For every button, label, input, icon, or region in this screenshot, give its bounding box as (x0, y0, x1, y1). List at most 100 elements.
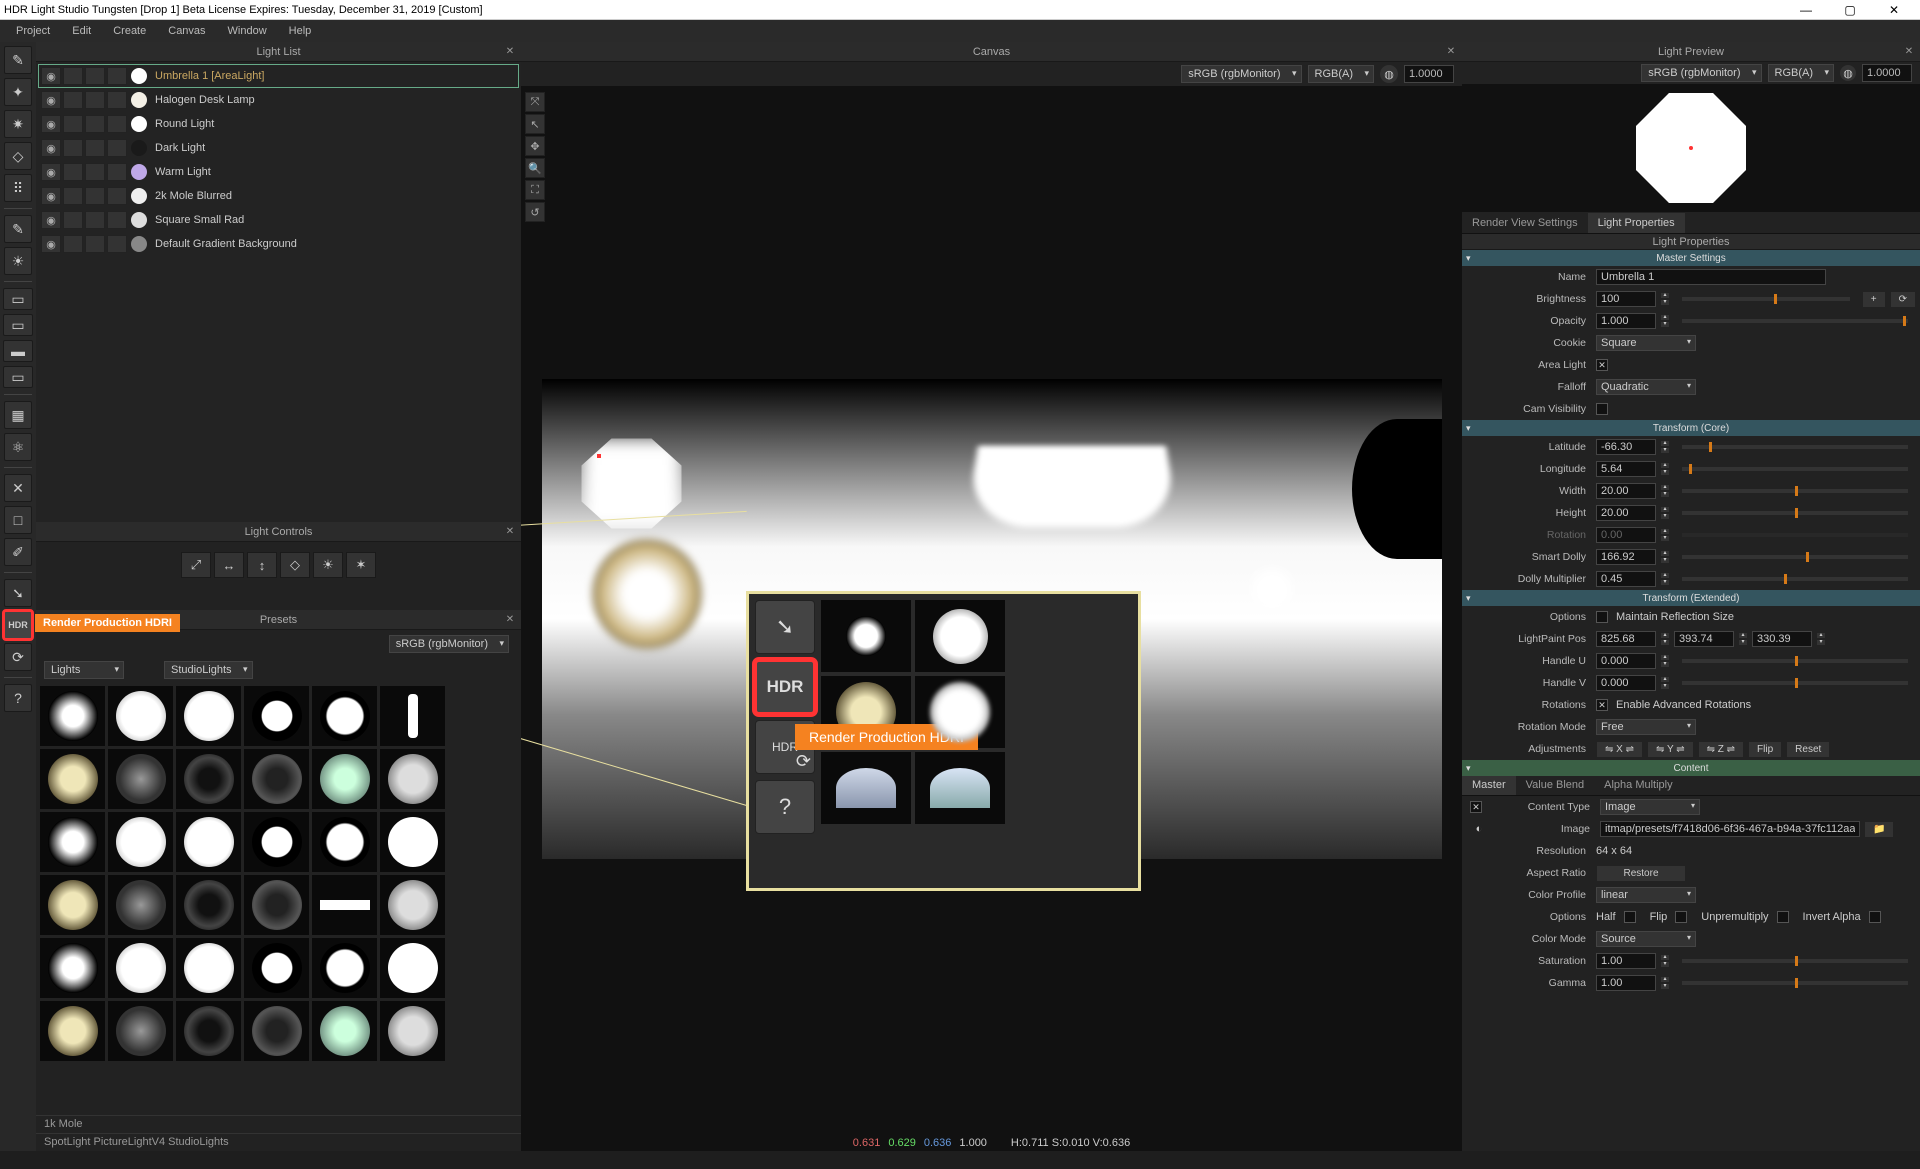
preset-thumb[interactable] (40, 1001, 105, 1061)
solo-toggle[interactable] (63, 211, 83, 229)
canvas-viewport[interactable]: ➘ HDR HDR⟳ Render Production HDRI ? (521, 86, 1462, 1151)
lock-toggle[interactable] (85, 235, 105, 253)
browse-folder-icon[interactable]: 📁 (1864, 821, 1894, 838)
dropdown-color-profile[interactable]: linear (1596, 887, 1696, 903)
check-content-type[interactable]: ✕ (1470, 801, 1482, 813)
check-area-light[interactable]: ✕ (1596, 359, 1608, 371)
preset-thumb[interactable] (40, 875, 105, 935)
menu-help[interactable]: Help (279, 22, 322, 40)
sync-icon[interactable]: ⟳ (1890, 291, 1916, 308)
dropdown-cookie[interactable]: Square (1596, 335, 1696, 351)
slider-handle-v[interactable] (1682, 681, 1908, 685)
lc-move-icon[interactable]: ⤢ (181, 552, 211, 578)
btn-flip-z[interactable]: ⇋ Z ⇌ (1698, 741, 1744, 758)
hdr-button[interactable]: HDR Render Production HDRI (4, 611, 32, 639)
close-icon[interactable]: ✕ (1902, 44, 1916, 58)
canvas-channel-dropdown[interactable]: RGB(A) (1308, 65, 1375, 83)
input-name[interactable] (1596, 269, 1826, 285)
menu-window[interactable]: Window (218, 22, 277, 40)
solo-toggle[interactable] (63, 91, 83, 109)
refresh-icon[interactable]: ⟳ (4, 643, 32, 671)
input-lightpaint-x[interactable] (1596, 631, 1656, 647)
subtab-master[interactable]: Master (1462, 775, 1516, 795)
preset-thumb[interactable] (108, 875, 173, 935)
arrow-down-icon[interactable]: ➘ (4, 579, 32, 607)
lc-rotate-icon[interactable]: ◇ (280, 552, 310, 578)
extra-toggle[interactable] (107, 115, 127, 133)
light-row[interactable]: 2k Mole Blurred (38, 184, 519, 208)
preset-thumb[interactable] (312, 686, 377, 746)
lock-toggle[interactable] (85, 67, 105, 85)
presets-colorspace-dropdown[interactable]: sRGB (rgbMonitor) (389, 635, 509, 653)
swatch-icon[interactable]: ◐ (1470, 823, 1488, 835)
spinner[interactable]: ▴▾ (1660, 506, 1670, 520)
canvas-pan-icon[interactable]: ⤧ (525, 92, 545, 112)
strip-3-icon[interactable]: ▬ (3, 340, 33, 362)
help-icon[interactable]: ? (4, 684, 32, 712)
preset-thumb[interactable] (108, 1001, 173, 1061)
lock-toggle[interactable] (85, 91, 105, 109)
preset-thumb[interactable] (312, 1001, 377, 1061)
presets-category-dropdown[interactable]: Lights (44, 661, 124, 679)
light-row[interactable]: Square Small Rad (38, 208, 519, 232)
array-tool-icon[interactable]: ⠿ (4, 174, 32, 202)
preset-thumb[interactable] (176, 812, 241, 872)
lc-scale-icon[interactable]: ✶ (346, 552, 376, 578)
dropdown-falloff[interactable]: Quadratic (1596, 379, 1696, 395)
spinner[interactable]: ▴▾ (1660, 484, 1670, 498)
extra-toggle[interactable] (107, 139, 127, 157)
close-icon[interactable]: ✕ (1444, 44, 1458, 58)
lock-toggle[interactable] (85, 187, 105, 205)
canvas-fit-icon[interactable]: ⛶ (525, 180, 545, 200)
check-half[interactable] (1624, 911, 1636, 923)
preset-thumb[interactable] (40, 749, 105, 809)
input-image-path[interactable] (1600, 821, 1860, 837)
lock-toggle[interactable] (85, 115, 105, 133)
extra-toggle[interactable] (107, 187, 127, 205)
light-tool-2-icon[interactable]: ✷ (4, 110, 32, 138)
slider-width[interactable] (1682, 489, 1908, 493)
spinner[interactable]: ▴▾ (1660, 676, 1670, 690)
input-opacity[interactable] (1596, 313, 1656, 329)
input-saturation[interactable] (1596, 953, 1656, 969)
brush-tool-icon[interactable]: ✎ (4, 46, 32, 74)
spinner[interactable]: ▴▾ (1660, 572, 1670, 586)
extra-toggle[interactable] (107, 163, 127, 181)
lc-brightness-icon[interactable]: ☀ (313, 552, 343, 578)
input-dolly-mult[interactable] (1596, 571, 1656, 587)
callout-thumb[interactable] (821, 600, 911, 672)
canvas-exposure-input[interactable] (1404, 65, 1454, 83)
tab-light-properties[interactable]: Light Properties (1588, 213, 1685, 233)
preset-thumb[interactable] (380, 749, 445, 809)
sun-tool-icon[interactable]: ☀ (4, 247, 32, 275)
input-lightpaint-z[interactable] (1752, 631, 1812, 647)
canvas-move-icon[interactable]: ✥ (525, 136, 545, 156)
slider-gamma[interactable] (1682, 981, 1908, 985)
slider-handle-u[interactable] (1682, 659, 1908, 663)
solo-toggle[interactable] (63, 115, 83, 133)
callout-help-icon[interactable]: ? (755, 780, 815, 834)
visibility-icon[interactable] (41, 91, 61, 109)
preset-thumb[interactable] (176, 1001, 241, 1061)
preset-thumb[interactable] (312, 812, 377, 872)
callout-arrow-icon[interactable]: ➘ (755, 600, 815, 654)
preset-thumb[interactable] (380, 875, 445, 935)
visibility-icon[interactable] (41, 67, 61, 85)
input-handle-u[interactable] (1596, 653, 1656, 669)
btn-flip[interactable]: Flip (1748, 741, 1782, 758)
preset-thumb[interactable] (380, 938, 445, 998)
diamond-tool-icon[interactable]: ◇ (4, 142, 32, 170)
preset-thumb[interactable] (380, 686, 445, 746)
preset-thumb[interactable] (176, 686, 241, 746)
solo-toggle[interactable] (63, 187, 83, 205)
spinner[interactable]: ▴▾ (1660, 462, 1670, 476)
spinner[interactable]: ▴▾ (1660, 954, 1670, 968)
slider-saturation[interactable] (1682, 959, 1908, 963)
callout-thumb[interactable] (915, 752, 1005, 824)
lc-align-h-icon[interactable]: ↔ (214, 552, 244, 578)
solo-toggle[interactable] (63, 139, 83, 157)
light-row[interactable]: Halogen Desk Lamp (38, 88, 519, 112)
slider-brightness[interactable] (1682, 297, 1850, 301)
spinner[interactable]: ▴▾ (1816, 632, 1826, 646)
subtab-alpha-multiply[interactable]: Alpha Multiply (1594, 775, 1682, 795)
